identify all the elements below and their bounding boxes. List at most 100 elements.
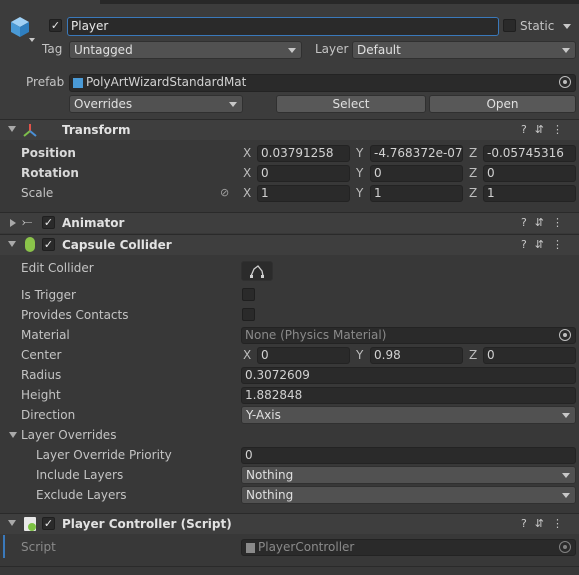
center-y-field[interactable]: 0.98 [370, 347, 463, 364]
object-picker-icon[interactable] [559, 76, 571, 88]
transform-icon [22, 123, 38, 137]
axis-x-label: X [243, 146, 252, 160]
script-field[interactable]: PlayerController [241, 539, 576, 556]
center-label: Center [21, 348, 62, 362]
axis-z-label: Z [469, 186, 478, 200]
material-label: Material [21, 328, 70, 342]
radius-label: Radius [21, 368, 62, 382]
edit-collider-button[interactable] [241, 261, 273, 281]
scale-z-field[interactable]: 1 [483, 185, 576, 202]
tag-label: Tag [42, 42, 63, 56]
header-icons[interactable]: ?⇵⋮ [521, 123, 571, 136]
tag-dropdown[interactable]: Untagged [69, 41, 302, 59]
script-selection-bar [3, 535, 5, 558]
animator-header[interactable]: ⤚ ✓ Animator ?⇵⋮ [0, 212, 579, 233]
direction-value: Y-Axis [246, 408, 281, 422]
object-picker-icon[interactable] [559, 541, 571, 553]
capsule-collider-header[interactable]: ✓ Capsule Collider ?⇵⋮ [0, 234, 579, 255]
prefab-field[interactable]: PolyArtWizardStandardMat [69, 74, 576, 92]
include-layers-value: Nothing [246, 468, 294, 482]
layer-value: Default [357, 43, 401, 57]
rotation-y-field[interactable]: 0 [370, 165, 463, 182]
axis-y-label: Y [356, 146, 364, 160]
axis-x-label: X [243, 166, 252, 180]
script-file-icon [246, 543, 255, 553]
select-button[interactable]: Select [276, 95, 426, 113]
layer-dropdown[interactable]: Default [352, 41, 576, 59]
direction-dropdown[interactable]: Y-Axis [241, 406, 576, 424]
prefab-value: PolyArtWizardStandardMat [86, 75, 247, 89]
edit-collider-icon [250, 265, 264, 278]
foldout-arrow-icon[interactable] [8, 520, 16, 526]
center-z-field[interactable]: 0 [483, 347, 576, 364]
static-dropdown-icon[interactable] [563, 24, 571, 29]
layer-overrides-foldout-icon[interactable] [9, 432, 17, 438]
position-label: Position [21, 146, 76, 160]
gameobject-icon[interactable] [9, 15, 31, 39]
open-button[interactable]: Open [429, 95, 576, 113]
script-gear-icon [28, 523, 36, 531]
foldout-arrow-icon[interactable] [8, 241, 16, 247]
layer-override-priority-field[interactable]: 0 [241, 447, 576, 464]
capsule-collider-icon [25, 237, 35, 252]
rotation-label: Rotation [21, 166, 79, 180]
is-trigger-label: Is Trigger [21, 288, 76, 302]
provides-contacts-label: Provides Contacts [21, 308, 129, 322]
script-enabled-checkbox[interactable]: ✓ [42, 517, 55, 530]
height-label: Height [21, 388, 61, 402]
height-field[interactable]: 1.882848 [241, 387, 576, 404]
chevron-down-icon [229, 102, 237, 107]
object-name-field[interactable]: Player [67, 17, 499, 36]
axis-x-label: X [243, 348, 252, 362]
include-layers-dropdown[interactable]: Nothing [241, 466, 576, 484]
axis-y-label: Y [356, 348, 364, 362]
scale-y-field[interactable]: 1 [370, 185, 463, 202]
prefab-icon [73, 78, 83, 88]
capsule-collider-title: Capsule Collider [62, 238, 172, 252]
static-label: Static [520, 19, 555, 33]
header-icons[interactable]: ?⇵⋮ [521, 216, 571, 229]
rotation-z-field[interactable]: 0 [483, 165, 576, 182]
position-z-field[interactable]: -0.05745316 [483, 145, 576, 162]
center-x-field[interactable]: 0 [257, 347, 350, 364]
axis-y-label: Y [356, 166, 364, 180]
chevron-down-icon [562, 413, 570, 418]
object-picker-icon[interactable] [559, 329, 571, 341]
axis-z-label: Z [469, 146, 478, 160]
script-value: PlayerController [258, 540, 355, 554]
layer-overrides-label[interactable]: Layer Overrides [21, 428, 116, 442]
chevron-down-icon [562, 473, 570, 478]
chevron-down-icon [562, 48, 570, 53]
foldout-arrow-icon[interactable] [10, 219, 16, 227]
constrain-proportions-icon[interactable]: ⊘ [220, 186, 229, 199]
header-icons[interactable]: ?⇵⋮ [521, 517, 571, 530]
overrides-dropdown[interactable]: Overrides [69, 95, 243, 113]
axis-x-label: X [243, 186, 252, 200]
transform-header[interactable]: Transform ?⇵⋮ [0, 119, 579, 140]
radius-field[interactable]: 0.3072609 [241, 367, 576, 384]
chevron-down-icon[interactable] [29, 38, 35, 42]
collider-enabled-checkbox[interactable]: ✓ [42, 238, 55, 251]
scale-label: Scale [21, 186, 54, 200]
script-label: Script [21, 540, 56, 554]
static-checkbox[interactable] [503, 19, 516, 32]
exclude-layers-value: Nothing [246, 488, 294, 502]
animator-enabled-checkbox[interactable]: ✓ [42, 216, 55, 229]
layer-label: Layer [315, 42, 349, 56]
provides-contacts-checkbox[interactable] [242, 308, 255, 321]
transform-title: Transform [62, 123, 131, 137]
is-trigger-checkbox[interactable] [242, 288, 255, 301]
position-y-field[interactable]: -4.768372e-07 [370, 145, 463, 162]
foldout-arrow-icon[interactable] [8, 126, 16, 132]
header-icons[interactable]: ?⇵⋮ [521, 238, 571, 251]
position-x-field[interactable]: 0.03791258 [257, 145, 350, 162]
rotation-x-field[interactable]: 0 [257, 165, 350, 182]
material-field[interactable]: None (Physics Material) [241, 327, 576, 344]
script-icon [24, 517, 36, 531]
chevron-down-icon [288, 48, 296, 53]
edit-collider-label: Edit Collider [21, 261, 94, 275]
player-controller-header[interactable]: ✓ Player Controller (Script) ?⇵⋮ [0, 513, 579, 534]
scale-x-field[interactable]: 1 [257, 185, 350, 202]
active-checkbox[interactable]: ✓ [49, 19, 62, 32]
exclude-layers-dropdown[interactable]: Nothing [241, 486, 576, 504]
